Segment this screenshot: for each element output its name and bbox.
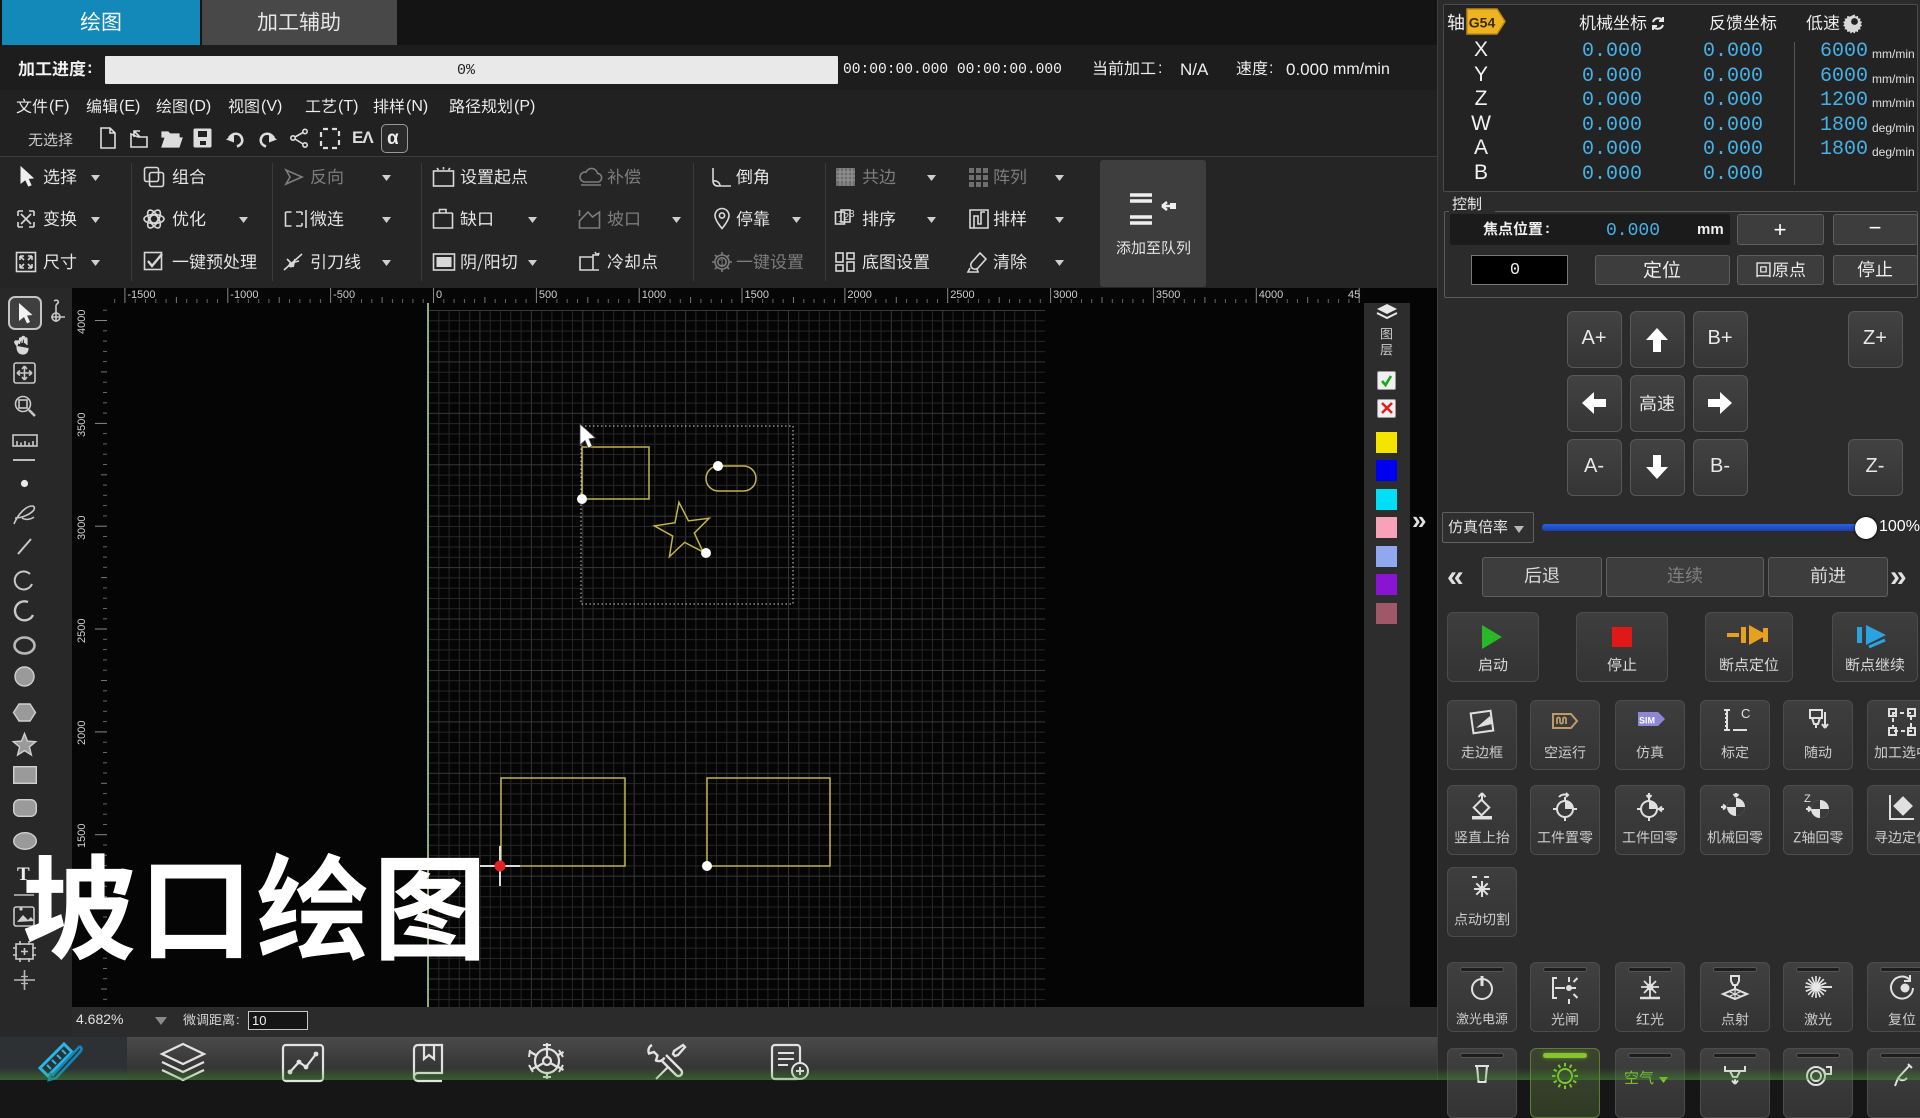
svg-text:Z: Z xyxy=(1804,793,1811,805)
svg-text:1: 1 xyxy=(719,258,724,268)
svg-text:3: 3 xyxy=(849,209,855,220)
svg-text:G54: G54 xyxy=(1469,15,1496,31)
svg-text:SIM: SIM xyxy=(1639,716,1655,726)
svg-text:C: C xyxy=(1741,706,1750,721)
